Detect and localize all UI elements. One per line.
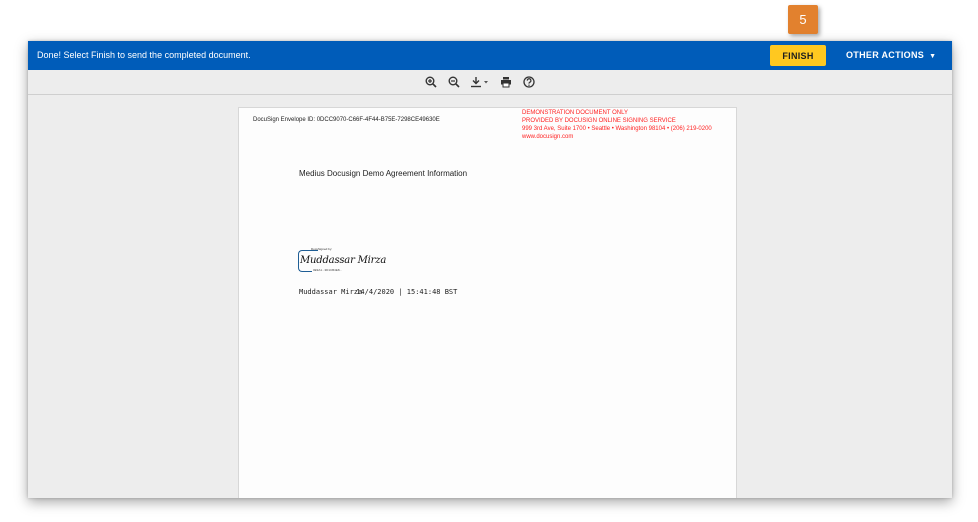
zoom-out-button[interactable] [446, 74, 462, 90]
finish-button[interactable]: FINISH [770, 45, 826, 66]
zoom-in-button[interactable] [423, 74, 439, 90]
other-actions-label: OTHER ACTIONS [846, 50, 925, 60]
signer-line: Muddassar Mirza14/4/2020 | 15:41:48 BST [299, 288, 457, 296]
other-actions-menu[interactable]: OTHER ACTIONS ▼ [846, 41, 936, 70]
completion-message: Done! Select Finish to send the complete… [37, 50, 251, 60]
envelope-id: DocuSign Envelope ID: 0DCC9070-C66F-4F44… [253, 117, 440, 123]
zoom-in-icon [425, 76, 437, 88]
help-icon [523, 76, 535, 88]
demo-notice-link: www.docusign.com [522, 134, 574, 140]
print-button[interactable] [498, 74, 514, 90]
signature-code: 0E9A1...3D1CB4E8... [313, 268, 343, 272]
demo-notice-line: DEMONSTRATION DOCUMENT ONLY [522, 110, 629, 116]
signature-frame-bottom [304, 271, 312, 272]
step-badge: 5 [788, 5, 818, 34]
signed-date: 14/4/2020 | 15:41:48 BST [356, 288, 458, 296]
zoom-out-icon [448, 76, 460, 88]
download-icon [471, 77, 488, 88]
demo-notice: DEMONSTRATION DOCUMENT ONLY PROVIDED BY … [522, 109, 712, 141]
signature-block: DocuSigned by: Muddassar Mirza 0E9A1...3… [298, 247, 386, 272]
completion-bar: Done! Select Finish to send the complete… [28, 41, 952, 70]
document-page: DocuSign Envelope ID: 0DCC9070-C66F-4F44… [238, 107, 737, 498]
download-button[interactable] [469, 74, 491, 90]
signer-name: Muddassar Mirza [299, 288, 363, 296]
demo-notice-line: 999 3rd Ave, Suite 1700 • Seattle • Wash… [522, 126, 712, 132]
document-viewer[interactable]: DocuSign Envelope ID: 0DCC9070-C66F-4F44… [28, 95, 952, 498]
demo-notice-line: PROVIDED BY DOCUSIGN ONLINE SIGNING SERV… [522, 118, 676, 124]
signature-label: DocuSigned by: [311, 247, 333, 251]
caret-down-icon: ▼ [929, 53, 937, 60]
docusign-window: Done! Select Finish to send the complete… [28, 41, 952, 498]
help-button[interactable] [521, 74, 537, 90]
print-icon [501, 77, 511, 88]
document-toolbar [28, 70, 952, 95]
document-title: Medius Docusign Demo Agreement Informati… [299, 169, 468, 178]
signature-handwriting: Muddassar Mirza [300, 255, 387, 266]
